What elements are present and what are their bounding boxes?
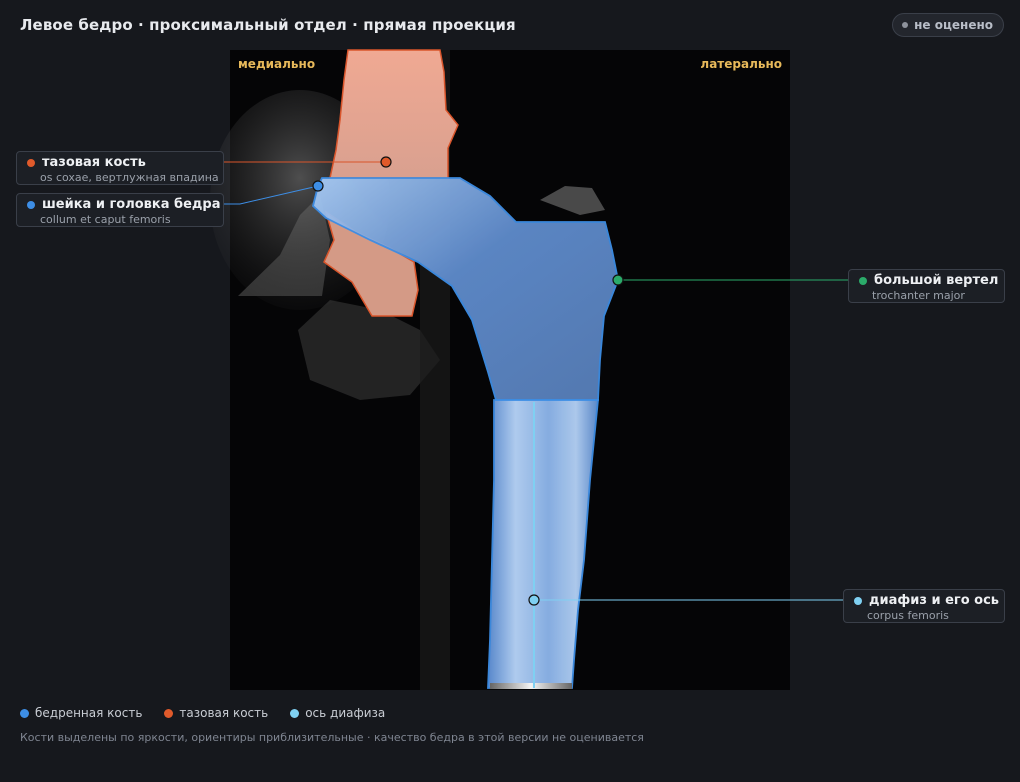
- pelvis-dot-icon: [27, 158, 35, 167]
- legend-femur-label: бедренная кость: [35, 706, 143, 720]
- legend-pelvis-label: тазовая кость: [179, 706, 269, 720]
- femur-legend-dot-icon: [20, 708, 29, 718]
- label-neck-name: шейка и головка бедра: [42, 197, 221, 212]
- label-pelvis-latin: os coxae, вертлужная впадина: [40, 171, 219, 184]
- orientation-lateral: латерально: [700, 57, 782, 71]
- pelvis-marker[interactable]: [380, 156, 392, 168]
- shaft-dot-icon: [854, 596, 862, 605]
- label-trochanter-name: большой вертел: [874, 273, 999, 288]
- pelvis-legend-dot-icon: [164, 708, 174, 718]
- trochanter-dot-icon: [859, 276, 867, 285]
- label-shaft-name: диафиз и его ось: [869, 593, 1000, 608]
- label-shaft[interactable]: диафиз и его ось corpus femoris: [843, 589, 1005, 623]
- label-pelvis[interactable]: тазовая кость os coxae, вертлужная впади…: [16, 151, 224, 185]
- shaft-marker[interactable]: [528, 594, 540, 606]
- orientation-medial: медиально: [238, 57, 316, 71]
- neck-marker[interactable]: [312, 180, 324, 192]
- label-trochanter-latin: trochanter major: [872, 289, 965, 302]
- label-shaft-latin: corpus femoris: [867, 609, 949, 622]
- legend-axis-label: ось диафиза: [305, 706, 386, 720]
- legend-item-pelvis: тазовая кость: [164, 706, 268, 720]
- label-pelvis-name: тазовая кость: [42, 155, 146, 170]
- label-trochanter[interactable]: большой вертел trochanter major: [848, 269, 1005, 303]
- legend: бедренная кость тазовая кость ось диафиз…: [20, 706, 385, 720]
- shaft-bottom-edge: [490, 683, 572, 689]
- pelvis-upper-segment: [329, 49, 459, 179]
- legend-item-axis: ось диафиза: [290, 706, 385, 720]
- footnote: Кости выделены по яркости, ориентиры при…: [20, 731, 644, 744]
- axis-legend-dot-icon: [290, 708, 300, 718]
- trochanter-marker[interactable]: [612, 274, 624, 286]
- label-neck-latin: collum et caput femoris: [40, 213, 171, 226]
- neck-dot-icon: [27, 200, 35, 209]
- label-neck-head[interactable]: шейка и головка бедра collum et caput fe…: [16, 193, 224, 227]
- legend-item-femur: бедренная кость: [20, 706, 142, 720]
